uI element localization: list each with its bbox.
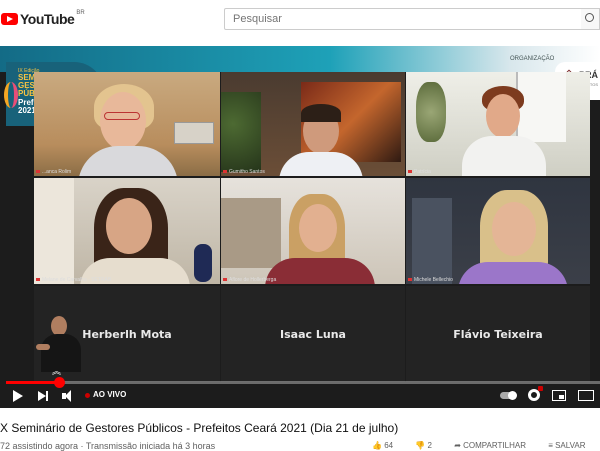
participant-face — [299, 204, 337, 252]
participant-name: Michele Bellechio — [414, 277, 453, 283]
sign-language-interpreter — [36, 316, 86, 376]
participant-face — [106, 198, 152, 254]
participant-body — [458, 262, 568, 284]
participant-name-tag: Melane de Carvalho - SETRAB — [36, 277, 111, 283]
search-button[interactable] — [581, 8, 600, 30]
door-shape — [412, 198, 452, 284]
save-label: SALVAR — [555, 441, 586, 450]
participant-tile: Aflore de Hollerberga — [221, 178, 405, 284]
search-icon — [585, 13, 594, 22]
participant-name: Flávio Teixeira — [453, 327, 543, 341]
save-button[interactable]: ≡ SALVAR — [548, 441, 595, 450]
like-button[interactable]: 👍 64 — [372, 441, 403, 450]
participant-tile: ...anca Rolim — [34, 72, 220, 176]
plant-shape — [416, 82, 446, 142]
like-count: 64 — [384, 441, 394, 450]
masthead: YouTube BR — [0, 0, 600, 38]
participant-body — [462, 136, 546, 176]
participant-name: Aflore de Hollerberga — [229, 277, 277, 283]
share-button[interactable]: ➦ COMPARTILHAR — [454, 441, 536, 450]
participant-name-tag: Gumitho Santos — [223, 169, 265, 175]
participant-hair — [301, 104, 341, 122]
youtube-logo[interactable]: YouTube BR — [0, 10, 85, 28]
participant-tile: Patrícia — [406, 72, 590, 176]
live-label[interactable]: AO VIVO — [93, 390, 126, 399]
youtube-wordmark: YouTube — [20, 11, 75, 27]
participant-name: Patrícia — [414, 169, 431, 175]
participant-face — [492, 202, 536, 256]
mic-icon — [223, 170, 227, 173]
glasses-shape — [104, 112, 140, 120]
progress-fill — [6, 381, 60, 384]
video-title: X Seminário de Gestores Públicos - Prefe… — [0, 421, 399, 435]
participant-name-tile: Isaac Luna — [221, 286, 405, 382]
mic-icon — [36, 170, 40, 173]
theater-mode-icon[interactable] — [578, 390, 594, 401]
participant-body — [265, 258, 375, 284]
participant-name-tag: Patrícia — [408, 169, 431, 175]
video-player[interactable]: IX Edição SEMINÁRIO DE GESTORES PÚBLICOS… — [0, 46, 600, 408]
search-input[interactable] — [225, 9, 581, 29]
interpreter-body — [41, 334, 81, 372]
interpreter-head — [51, 316, 67, 336]
interpreter-arm — [36, 344, 50, 350]
search-box[interactable] — [224, 8, 582, 30]
video-actions: 👍 64 👎 2 ➦ COMPARTILHAR ≡ SALVAR — [372, 441, 600, 450]
mic-icon — [36, 278, 40, 281]
participant-name: Melane de Carvalho - SETRAB — [42, 277, 112, 283]
participant-tile: Melane de Carvalho - SETRAB — [34, 178, 220, 284]
progress-bar[interactable] — [6, 377, 600, 388]
participant-tile: Gumitho Santos — [221, 72, 405, 176]
window-shape — [516, 72, 566, 142]
mic-icon — [223, 278, 227, 281]
live-indicator-icon — [85, 393, 90, 398]
mic-icon — [408, 170, 412, 173]
participant-face — [100, 92, 146, 150]
progress-scrubber[interactable] — [54, 377, 66, 388]
participant-name: Herberlh Mota — [82, 327, 172, 341]
mic-icon — [408, 278, 412, 281]
dislike-count: 2 — [427, 441, 432, 450]
shelf-shape — [221, 198, 281, 268]
share-label: COMPARTILHAR — [463, 441, 526, 450]
region-code: BR — [76, 10, 85, 16]
monitor-shape — [174, 122, 214, 144]
chevron-up-icon[interactable]: ︽ — [52, 367, 61, 376]
play-icon[interactable] — [12, 389, 24, 403]
vase-shape — [194, 244, 212, 282]
participant-name-tile: Flávio Teixeira — [406, 286, 590, 382]
event-logo-swirl-icon — [4, 82, 18, 108]
plant-shape — [221, 92, 261, 172]
participant-tile: Michele Bellechio — [406, 178, 590, 284]
participant-name-tag: ...anca Rolim — [36, 169, 71, 175]
participant-name-tag: Aflore de Hollerberga — [223, 277, 276, 283]
dislike-button[interactable]: 👎 2 — [415, 441, 442, 450]
next-icon[interactable] — [38, 390, 50, 402]
participant-face — [486, 94, 520, 138]
participant-name-tag: Michele Bellechio — [408, 277, 453, 283]
participant-name: Gumitho Santos — [229, 169, 265, 175]
autoplay-toggle[interactable] — [500, 391, 517, 400]
participant-name: Isaac Luna — [280, 327, 346, 341]
miniplayer-icon[interactable] — [552, 390, 566, 401]
hd-badge-icon — [538, 386, 543, 391]
curtain-shape — [34, 178, 74, 284]
organization-label: ORGANIZAÇÃO — [510, 56, 555, 62]
volume-icon[interactable] — [62, 389, 78, 403]
youtube-play-icon — [1, 13, 18, 25]
participant-name: ...anca Rolim — [42, 169, 72, 175]
